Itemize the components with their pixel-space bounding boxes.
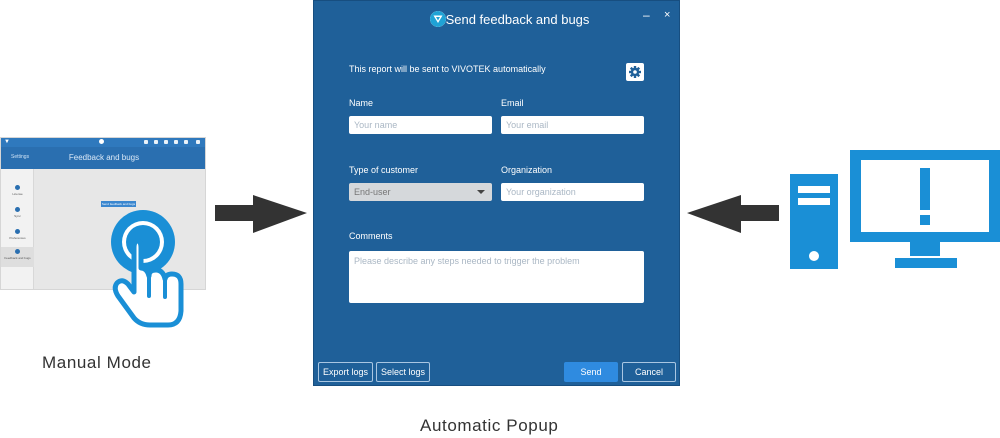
popup-title: Send feedback and bugs xyxy=(445,12,590,27)
customer-type-value: End-user xyxy=(354,187,391,197)
tap-hand-icon xyxy=(111,210,184,328)
gear-icon xyxy=(629,66,641,78)
chevron-down-icon xyxy=(477,190,485,194)
feedback-popup-window: Send feedback and bugs – × This report w… xyxy=(313,0,680,386)
export-logs-button[interactable]: Export logs xyxy=(318,362,373,382)
info-icon xyxy=(15,185,20,190)
arrow-left-icon xyxy=(687,195,779,233)
comments-textarea[interactable] xyxy=(349,251,644,303)
computer-alert-icon xyxy=(790,150,1000,269)
sidebar-item-label: Preferences xyxy=(9,236,26,240)
email-input[interactable] xyxy=(501,116,644,134)
thumbnail-sidebar-item-preferences[interactable]: Preferences xyxy=(1,227,34,247)
thumbnail-topbar: ▼ xyxy=(1,138,205,147)
thumbnail-sidebar: License Sync Preferences Feedback and bu… xyxy=(1,169,34,289)
name-input[interactable] xyxy=(349,116,492,134)
feedback-icon xyxy=(15,249,20,254)
name-label: Name xyxy=(349,98,374,108)
minimize-button[interactable]: – xyxy=(643,8,650,22)
thumbnail-toolbar-icon xyxy=(174,140,178,144)
thumbnail-toolbar-icon xyxy=(196,140,200,144)
close-button[interactable]: × xyxy=(664,9,670,21)
email-label: Email xyxy=(501,98,524,108)
sync-icon xyxy=(15,207,20,212)
manual-mode-caption: Manual Mode xyxy=(42,353,152,372)
cancel-button[interactable]: Cancel xyxy=(622,362,676,382)
thumbnail-sidebar-item-license[interactable]: License xyxy=(1,183,34,203)
settings-button[interactable] xyxy=(626,63,644,81)
customer-type-label: Type of customer xyxy=(349,165,419,175)
thumbnail-logo-icon: ▼ xyxy=(4,139,10,145)
select-logs-button[interactable]: Select logs xyxy=(376,362,430,382)
arrow-right-icon xyxy=(215,195,307,233)
organization-label: Organization xyxy=(501,165,553,175)
organization-input[interactable] xyxy=(501,183,644,201)
preferences-icon xyxy=(15,229,20,234)
thumbnail-toolbar-icon xyxy=(164,140,168,144)
send-button[interactable]: Send xyxy=(564,362,618,382)
sidebar-item-label: Feedback and bugs xyxy=(4,256,31,260)
thumbnail-title: Feedback and bugs xyxy=(68,153,140,162)
thumbnail-header: Settings Feedback and bugs xyxy=(1,147,205,169)
automatic-popup-caption: Automatic Popup xyxy=(420,416,559,435)
thumbnail-sidebar-item-sync[interactable]: Sync xyxy=(1,205,34,225)
customer-type-select[interactable]: End-user xyxy=(349,183,492,201)
thumbnail-toolbar-icon xyxy=(184,140,188,144)
thumbnail-toolbar-icon xyxy=(144,140,148,144)
thumbnail-center-icon xyxy=(99,139,104,144)
thumbnail-toolbar-icon xyxy=(154,140,158,144)
comments-label: Comments xyxy=(349,231,393,241)
report-notice: This report will be sent to VIVOTEK auto… xyxy=(349,64,546,74)
sidebar-item-label: License xyxy=(12,192,23,196)
thumbnail-sidebar-item-feedback[interactable]: Feedback and bugs xyxy=(1,247,34,267)
sidebar-item-label: Sync xyxy=(14,214,21,218)
